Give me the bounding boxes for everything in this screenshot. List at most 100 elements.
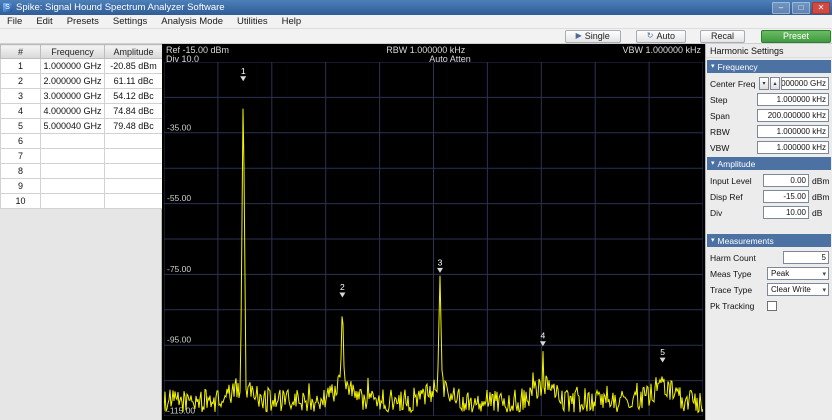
trace-type-label: Trace Type [710, 285, 767, 295]
table-cell [41, 134, 105, 149]
peak-marker-number: 2 [340, 282, 345, 292]
column-header-amplitude: Amplitude [105, 45, 163, 59]
center-freq-step-down-button[interactable]: ▾ [759, 77, 769, 90]
table-cell: -20.85 dBm [105, 59, 163, 74]
step-field[interactable]: 1.000000 kHz [757, 93, 829, 106]
input-level-row: Input Level 0.00 dBm [706, 173, 832, 188]
recal-button[interactable]: Recal [700, 30, 745, 43]
table-cell [41, 164, 105, 179]
y-axis-tick-label: -75.00 [167, 264, 191, 274]
trace-type-dropdown[interactable]: Clear Write ▾ [767, 283, 829, 296]
meas-type-dropdown-icon: ▾ [822, 270, 826, 278]
step-label: Step [710, 95, 757, 105]
menu-item-analysis-mode[interactable]: Analysis Mode [154, 15, 230, 28]
toolbar: ▶ Single ↻ Auto Recal Preset [0, 29, 832, 44]
menu-item-presets[interactable]: Presets [60, 15, 106, 28]
table-cell [41, 194, 105, 209]
app-window: S Spike: Signal Hound Spectrum Analyzer … [0, 0, 832, 420]
table-cell: 61.11 dBc [105, 74, 163, 89]
meas-type-value: Peak [771, 269, 789, 278]
disp-ref-row: Disp Ref -15.00 dBm [706, 189, 832, 204]
menu-item-file[interactable]: File [0, 15, 29, 28]
meas-type-dropdown[interactable]: Peak ▾ [767, 267, 829, 280]
menu-item-settings[interactable]: Settings [106, 15, 154, 28]
table-row: 10 [1, 194, 163, 209]
y-axis-tick-label: -115.00 [167, 406, 195, 416]
rbw-label: RBW [710, 127, 757, 137]
table-header-row: # Frequency Amplitude [1, 45, 163, 59]
preset-label: Preset [783, 31, 809, 41]
amplitude-section-label: Amplitude [718, 159, 756, 169]
table-cell [41, 149, 105, 164]
step-row: Step 1.000000 kHz [706, 92, 832, 107]
center-freq-step-up-button[interactable]: ▴ [770, 77, 780, 90]
table-cell: 3.000000 GHz [41, 89, 105, 104]
table-row: 22.000000 GHz61.11 dBc [1, 74, 163, 89]
trace-type-value: Clear Write [771, 285, 811, 294]
y-axis-tick-label: -35.00 [167, 122, 191, 132]
table-cell: 4 [1, 104, 41, 119]
harmonics-table: # Frequency Amplitude 11.000000 GHz-20.8… [0, 44, 163, 209]
div-label: Div [710, 208, 763, 218]
preset-button[interactable]: Preset [761, 30, 831, 43]
disp-ref-field[interactable]: -15.00 [763, 190, 809, 203]
window-title: Spike: Signal Hound Spectrum Analyzer So… [16, 2, 225, 13]
table-cell: 79.48 dBc [105, 119, 163, 134]
table-row: 55.000040 GHz79.48 dBc [1, 119, 163, 134]
table-cell [105, 164, 163, 179]
frequency-section-header[interactable]: ▾ Frequency [707, 60, 831, 73]
main-content: # Frequency Amplitude 1 1.000000 GHz -20.8… [0, 44, 832, 420]
menu-item-utilities[interactable]: Utilities [230, 15, 275, 28]
table-row: 9 [1, 179, 163, 194]
table-cell [105, 179, 163, 194]
meas-type-label: Meas Type [710, 269, 767, 279]
y-axis-tick-label: -55.00 [167, 193, 191, 203]
menu-item-edit[interactable]: Edit [29, 15, 59, 28]
table-row: 6 [1, 134, 163, 149]
table-cell: 5 [1, 119, 41, 134]
table-cell: 5.000040 GHz [41, 119, 105, 134]
maximize-button[interactable]: □ [792, 2, 810, 14]
panel-title: Harmonic Settings [706, 44, 832, 58]
pk-tracking-checkbox[interactable] [767, 301, 777, 311]
table-cell [105, 149, 163, 164]
table-cell: 74.84 dBc [105, 104, 163, 119]
measurements-section-header[interactable]: ▾ Measurements [707, 234, 831, 247]
input-level-unit: dBm [809, 176, 829, 186]
amplitude-section-header[interactable]: ▾ Amplitude [707, 157, 831, 170]
pk-tracking-row: Pk Tracking [706, 298, 832, 313]
span-field[interactable]: 200.000000 kHz [757, 109, 829, 122]
vbw-field[interactable]: 1.000000 kHz [757, 141, 829, 154]
center-freq-row: Center Freq ▾ ▴ 1.000000 GHz [706, 76, 832, 91]
center-freq-field[interactable]: 1.000000 GHz [781, 77, 829, 90]
peak-marker-number: 1 [241, 66, 246, 76]
spectrum-display: Ref -15.00 dBm RBW 1.000000 kHz VBW 1.00… [162, 44, 705, 420]
harm-count-field[interactable]: 5 [783, 251, 829, 264]
span-row: Span 200.000000 kHz [706, 108, 832, 123]
span-label: Span [710, 111, 757, 121]
table-cell: 54.12 dBc [105, 89, 163, 104]
menu-item-help[interactable]: Help [275, 15, 309, 28]
div-field[interactable]: 10.00 [763, 206, 809, 219]
measurements-section-label: Measurements [718, 236, 774, 246]
spectrum-plot[interactable]: -35.00-55.00-75.00-95.00-115.0012345 [164, 62, 703, 416]
minimize-button[interactable]: – [772, 2, 790, 14]
table-cell: 9 [1, 179, 41, 194]
menu-bar: FileEditPresetsSettingsAnalysis ModeUtil… [0, 15, 832, 29]
title-bar[interactable]: S Spike: Signal Hound Spectrum Analyzer … [0, 0, 832, 15]
disp-ref-label: Disp Ref [710, 192, 763, 202]
harmonics-table-panel: # Frequency Amplitude 11.000000 GHz-20.8… [0, 44, 162, 420]
recal-label: Recal [711, 31, 734, 41]
single-sweep-button[interactable]: ▶ Single [565, 30, 621, 43]
auto-sweep-button[interactable]: ↻ Auto [636, 30, 686, 43]
auto-sweep-icon: ↻ [647, 32, 654, 40]
close-button[interactable]: ✕ [812, 2, 830, 14]
table-row: 33.000000 GHz54.12 dBc [1, 89, 163, 104]
trace-type-row: Trace Type Clear Write ▾ [706, 282, 832, 297]
peak-marker-number: 3 [438, 257, 443, 267]
table-cell [105, 194, 163, 209]
input-level-field[interactable]: 0.00 [763, 174, 809, 187]
vbw-label: VBW [710, 143, 757, 153]
rbw-field[interactable]: 1.000000 kHz [757, 125, 829, 138]
table-cell: 7 [1, 149, 41, 164]
